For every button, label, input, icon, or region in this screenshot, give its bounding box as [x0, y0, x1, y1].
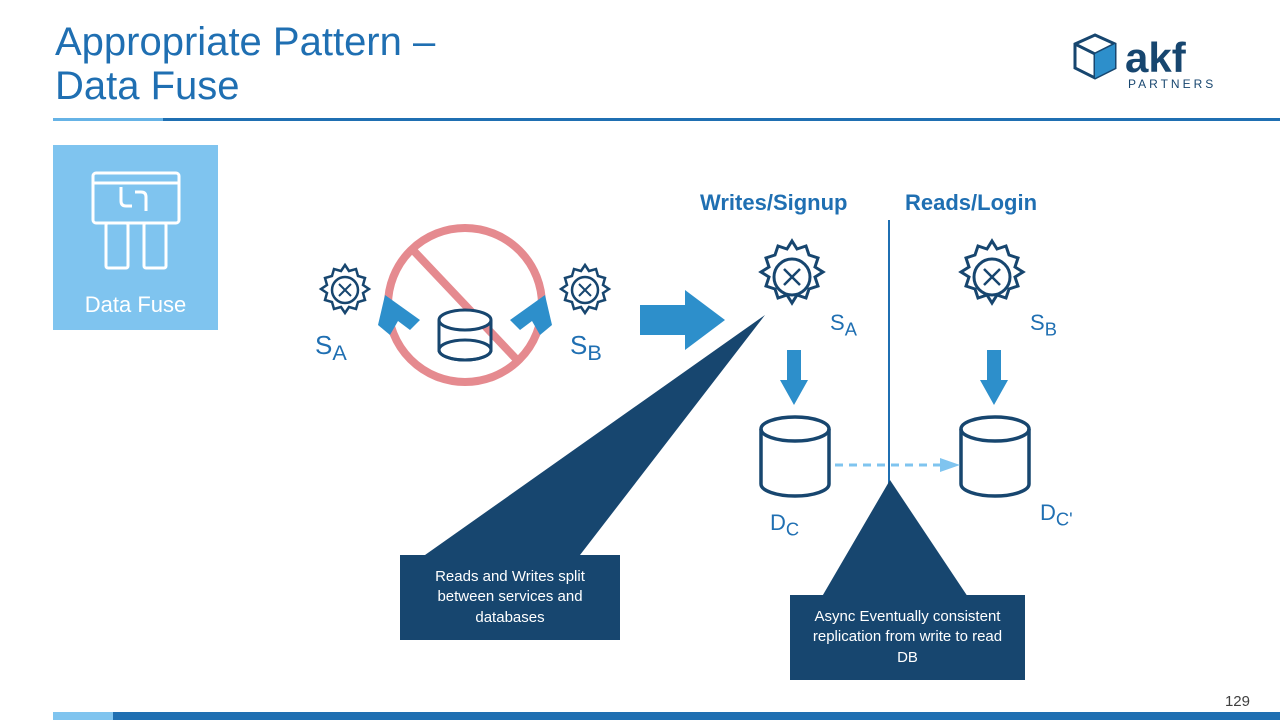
logo-sub-text: PARTNERS [1128, 77, 1216, 91]
divider-line [888, 220, 890, 550]
fuse-icon [81, 163, 191, 283]
slide: Appropriate Pattern – Data Fuse akf PART… [0, 0, 1280, 720]
akf-logo: akf PARTNERS [1070, 30, 1235, 95]
slide-title: Appropriate Pattern – Data Fuse [55, 20, 435, 108]
page-number: 129 [1225, 693, 1250, 710]
label-sa-left: SA [315, 330, 347, 366]
writes-heading: Writes/Signup [700, 190, 848, 216]
gear-icon [950, 235, 1035, 320]
tile-label: Data Fuse [53, 292, 218, 318]
title-line1: Appropriate Pattern – [55, 20, 435, 64]
footer-bar [53, 712, 1280, 720]
logo-main-text: akf [1125, 34, 1187, 81]
down-arrow-icon [780, 350, 808, 405]
reads-heading: Reads/Login [905, 190, 1037, 216]
gear-icon [555, 260, 615, 320]
label-sa-right: SA [830, 310, 857, 340]
label-dcprime: DC' [1040, 500, 1073, 530]
replication-arrow [835, 455, 965, 475]
gear-icon [750, 235, 835, 320]
title-underline [53, 118, 1280, 121]
database-icon [755, 415, 835, 505]
down-arrow-icon [980, 350, 1008, 405]
big-arrow-icon [640, 290, 725, 350]
label-sb-left: SB [570, 330, 602, 366]
title-line2: Data Fuse [55, 64, 240, 108]
annotation-split: Reads and Writes split between services … [400, 555, 620, 640]
database-icon [955, 415, 1035, 505]
label-sb-right: SB [1030, 310, 1057, 340]
label-dc: DC [770, 510, 799, 540]
data-fuse-tile: Data Fuse [53, 145, 218, 330]
gear-icon [315, 260, 375, 320]
annotation-replication: Async Eventually consistent replication … [790, 595, 1025, 680]
